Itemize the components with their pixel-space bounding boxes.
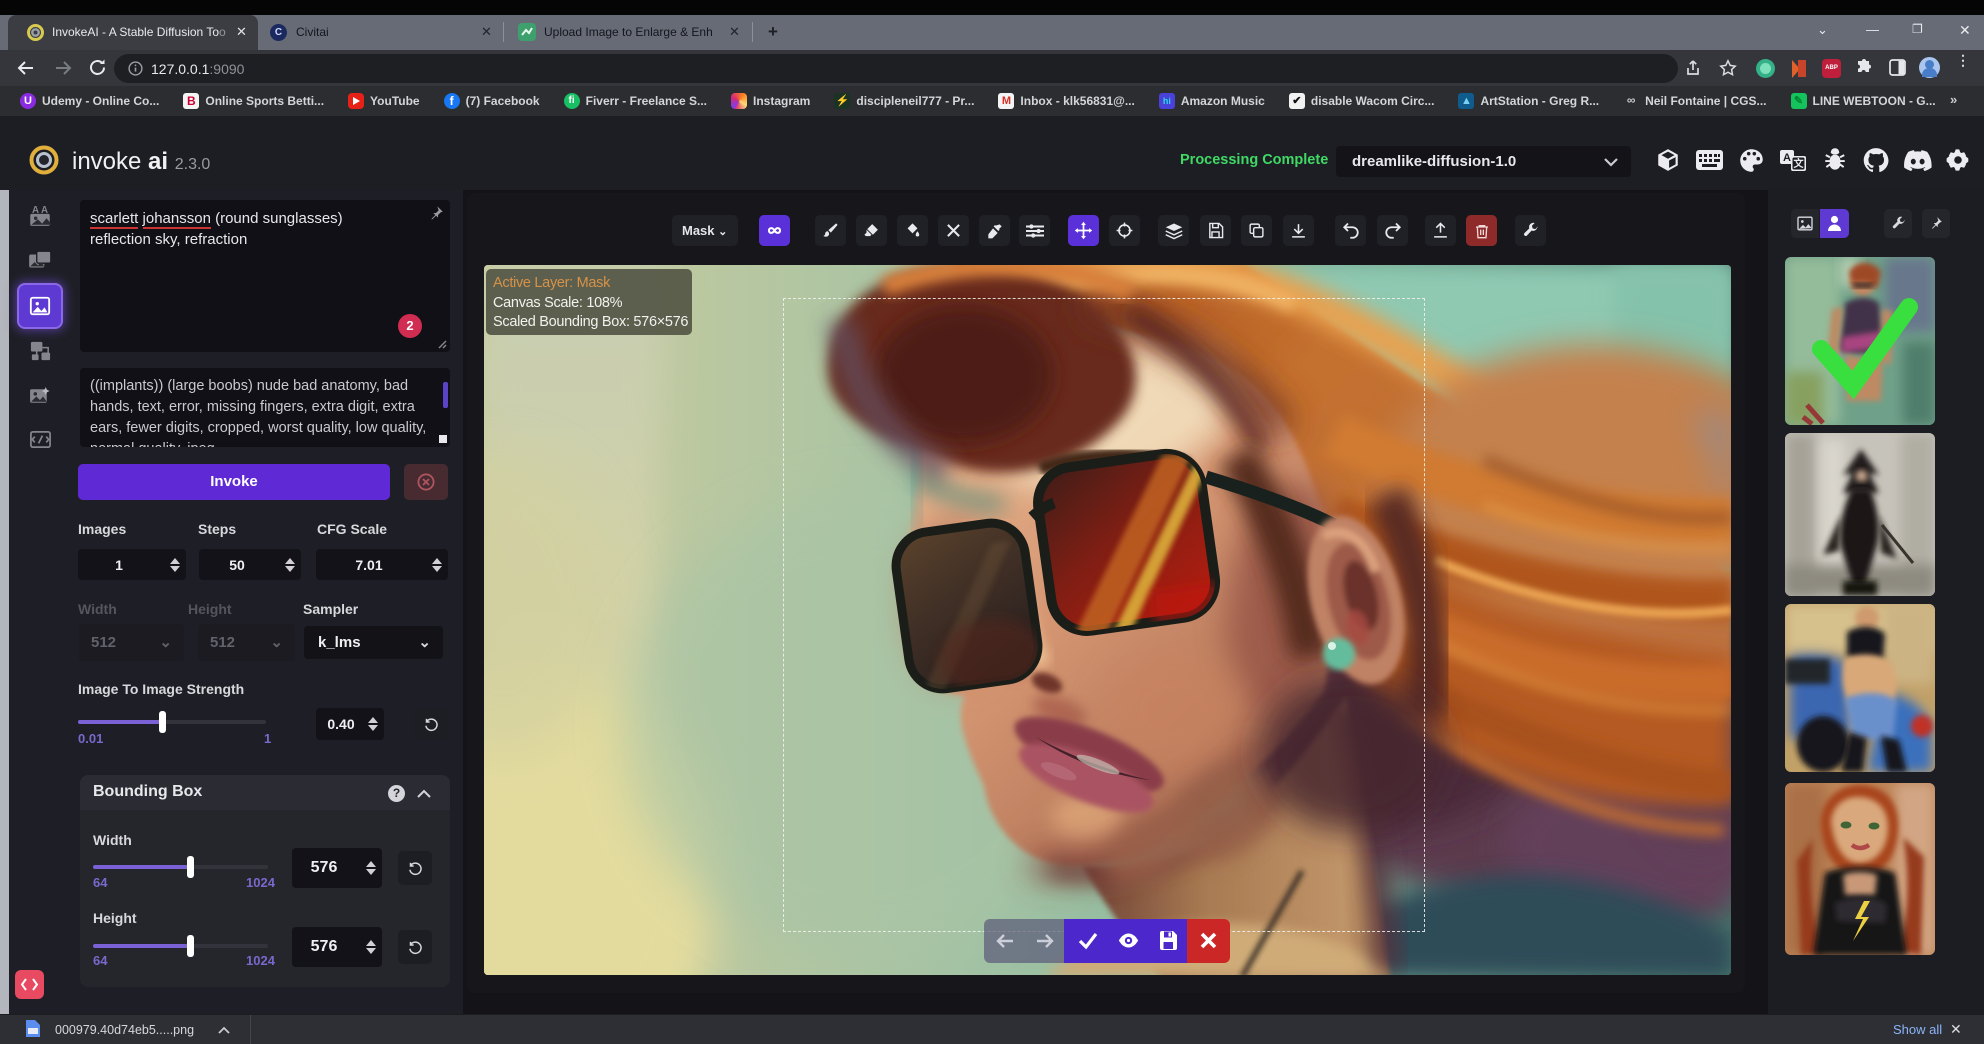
svg-text:A: A — [1783, 152, 1791, 164]
svg-text:文: 文 — [1794, 157, 1805, 170]
